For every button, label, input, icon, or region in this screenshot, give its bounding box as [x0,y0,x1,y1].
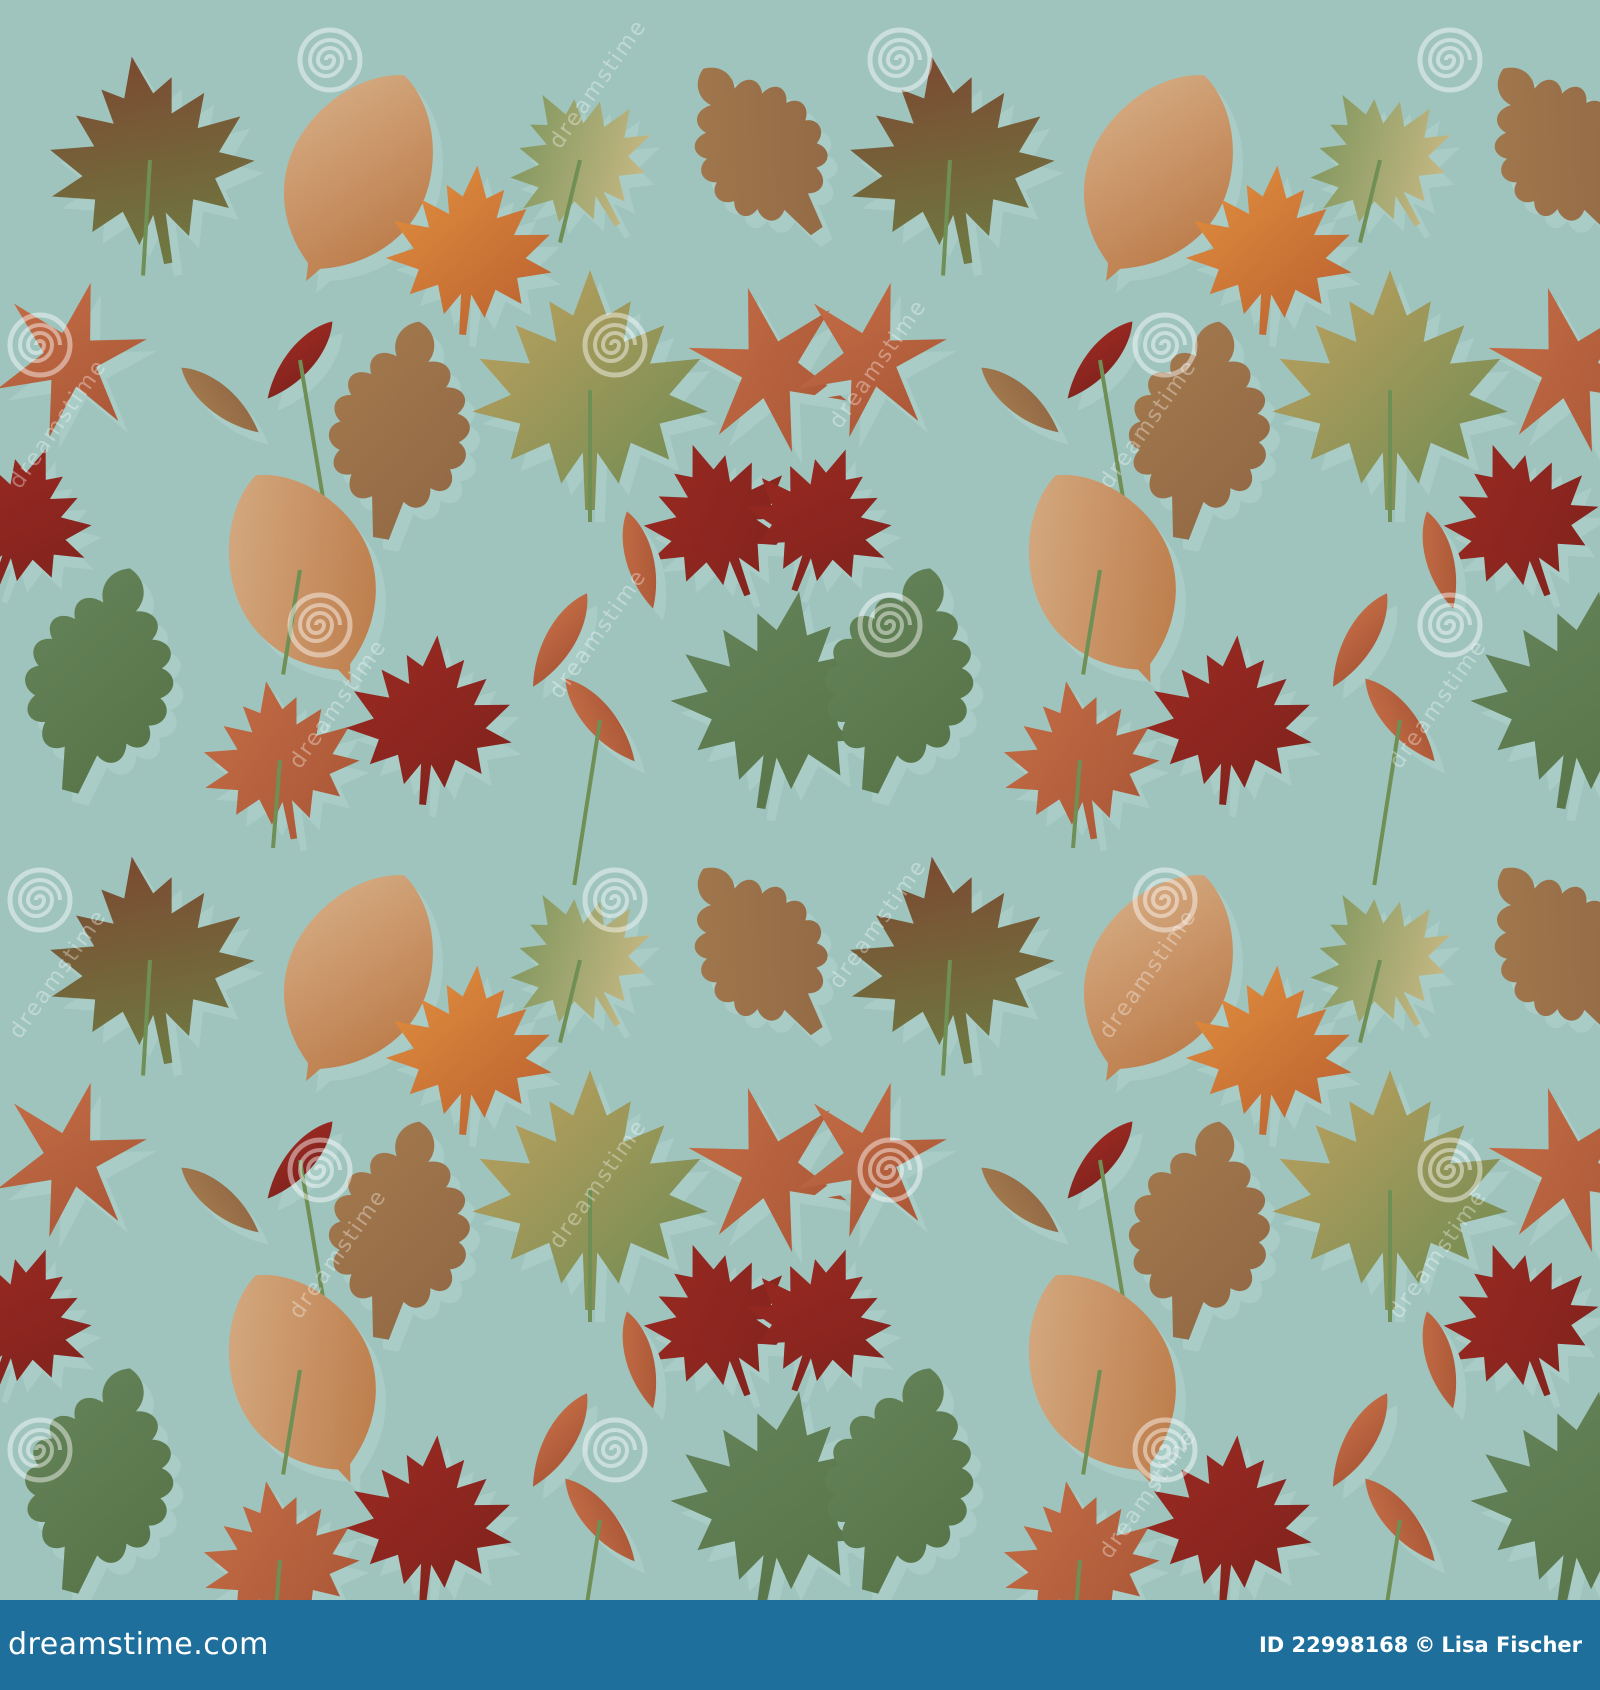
image-id-label: ID 22998168 [1258,1633,1409,1657]
site-logo[interactable]: dreamstime.com [8,1622,269,1668]
footer-bar: dreamstime.com ID 22998168 © Lisa Fischer [0,1600,1600,1690]
image-credit: ID 22998168 © Lisa Fischer [1259,1622,1582,1668]
stock-image: dreamstime dreamstime dreamstime dreamstime… [0,0,1600,1690]
leaf-pattern-canvas: dreamstimedreamstimedreamstimedreamstime… [0,0,1600,1600]
copyright-symbol: © [1414,1633,1436,1657]
leaf-pattern: dreamstime dreamstime dreamstime dreamstime… [0,0,1600,1600]
author-name: Lisa Fischer [1441,1633,1582,1657]
